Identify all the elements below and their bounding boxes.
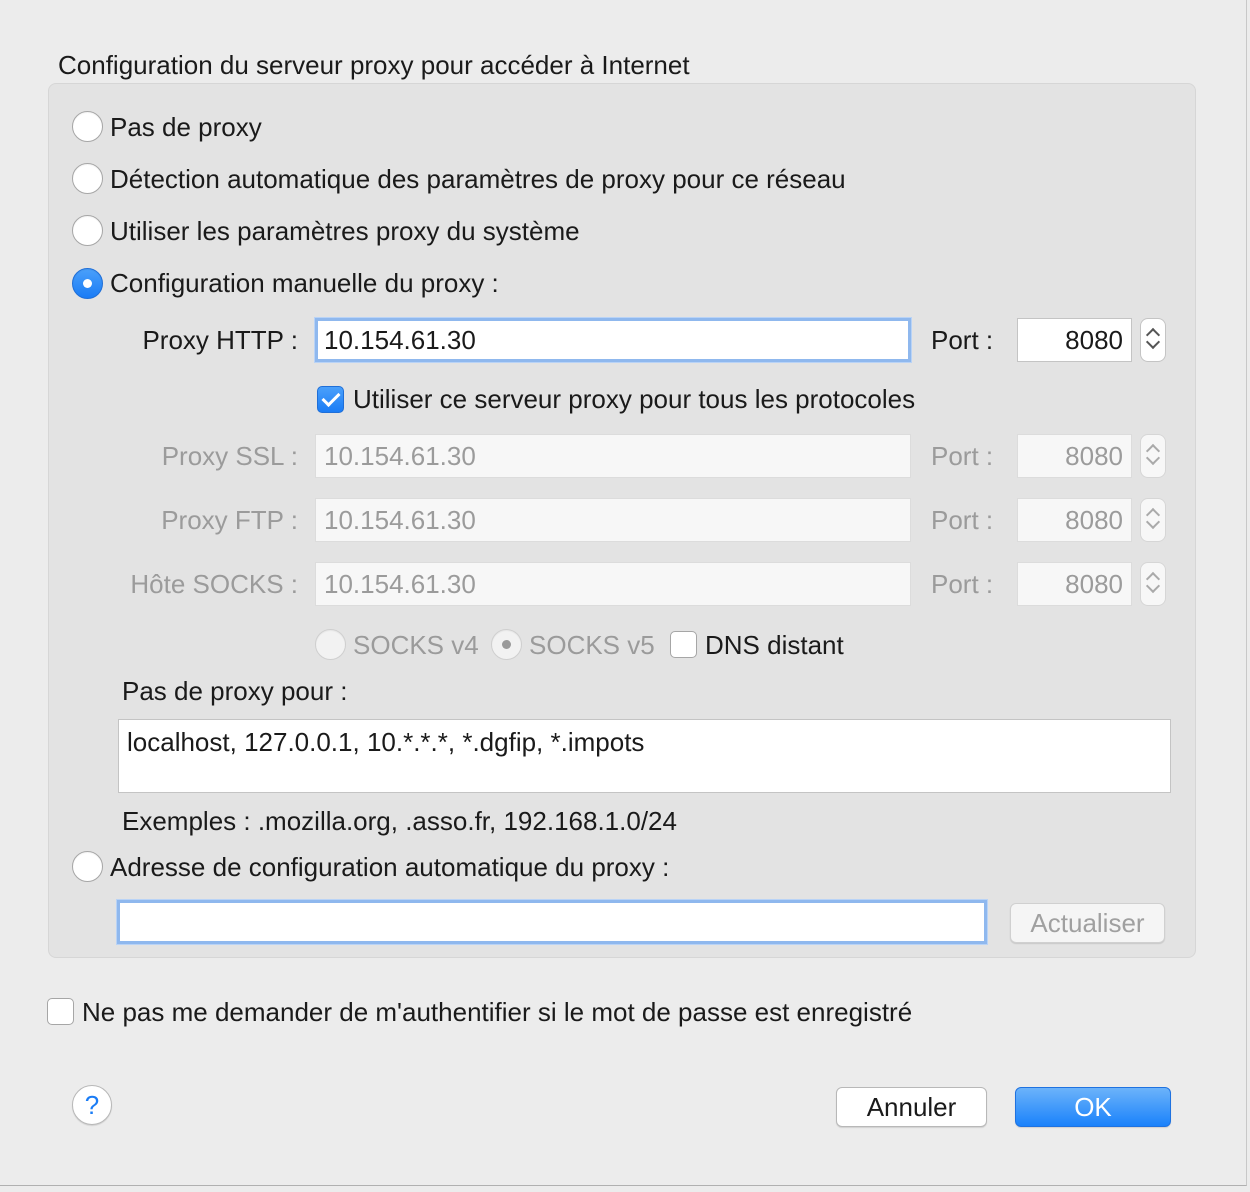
pac-url-input[interactable]: [117, 900, 987, 944]
radio-no-proxy-label[interactable]: Pas de proxy: [110, 112, 262, 142]
reload-button[interactable]: Actualiser: [1010, 903, 1165, 943]
cancel-button[interactable]: Annuler: [836, 1087, 987, 1127]
use-for-all-label[interactable]: Utiliser ce serveur proxy pour tous les …: [353, 384, 915, 414]
radio-system-proxy-label[interactable]: Utiliser les paramètres proxy du système: [110, 216, 580, 246]
socks-port-input[interactable]: 8080: [1017, 562, 1132, 606]
radio-manual-proxy[interactable]: [72, 268, 103, 299]
http-port-stepper[interactable]: [1140, 318, 1166, 362]
http-port-label: Port :: [931, 325, 994, 355]
socks-host-input[interactable]: 10.154.61.30: [315, 562, 911, 606]
radio-no-proxy[interactable]: [72, 111, 103, 142]
remote-dns-label[interactable]: DNS distant: [705, 630, 844, 660]
ssl-proxy-label: Proxy SSL :: [161, 441, 298, 471]
ftp-proxy-label: Proxy FTP :: [161, 505, 298, 535]
ftp-port-input[interactable]: 8080: [1017, 498, 1132, 542]
radio-socks-v5[interactable]: [491, 629, 522, 660]
ssl-port-label: Port :: [931, 441, 994, 471]
radio-socks-v4[interactable]: [315, 629, 346, 660]
radio-auto-detect[interactable]: [72, 163, 103, 194]
ftp-proxy-input[interactable]: 10.154.61.30: [315, 498, 911, 542]
radio-auto-detect-label[interactable]: Détection automatique des paramètres de …: [110, 164, 846, 194]
help-button[interactable]: ?: [72, 1085, 112, 1125]
http-proxy-label: Proxy HTTP :: [142, 325, 298, 355]
radio-socks-v4-label[interactable]: SOCKS v4: [353, 630, 479, 660]
socks-host-label: Hôte SOCKS :: [130, 569, 298, 599]
http-port-input[interactable]: 8080: [1017, 318, 1132, 362]
radio-manual-proxy-label[interactable]: Configuration manuelle du proxy :: [110, 268, 499, 298]
ssl-port-stepper[interactable]: [1140, 434, 1166, 478]
ssl-port-input[interactable]: 8080: [1017, 434, 1132, 478]
use-for-all-checkbox[interactable]: [317, 386, 344, 413]
group-title: Configuration du serveur proxy pour accé…: [58, 50, 690, 80]
radio-pac-url-label[interactable]: Adresse de configuration automatique du …: [110, 852, 669, 882]
socks-port-label: Port :: [931, 569, 994, 599]
ssl-proxy-input[interactable]: 10.154.61.30: [315, 434, 911, 478]
connection-settings-dialog: Configuration du serveur proxy pour accé…: [0, 0, 1247, 1186]
http-proxy-input[interactable]: 10.154.61.30: [315, 318, 911, 362]
ok-button[interactable]: OK: [1015, 1087, 1171, 1127]
no-auth-prompt-checkbox[interactable]: [47, 998, 74, 1025]
no-proxy-for-label: Pas de proxy pour :: [122, 676, 348, 706]
no-auth-prompt-label[interactable]: Ne pas me demander de m'authentifier si …: [82, 997, 912, 1027]
radio-pac-url[interactable]: [72, 851, 103, 882]
no-proxy-for-textarea[interactable]: localhost, 127.0.0.1, 10.*.*.*, *.dgfip,…: [118, 719, 1171, 793]
ftp-port-label: Port :: [931, 505, 994, 535]
radio-system-proxy[interactable]: [72, 215, 103, 246]
no-proxy-examples: Exemples : .mozilla.org, .asso.fr, 192.1…: [122, 806, 677, 836]
remote-dns-checkbox[interactable]: [670, 631, 697, 658]
ftp-port-stepper[interactable]: [1140, 498, 1166, 542]
socks-port-stepper[interactable]: [1140, 562, 1166, 606]
radio-socks-v5-label[interactable]: SOCKS v5: [529, 630, 655, 660]
question-mark-icon: ?: [84, 1090, 100, 1120]
